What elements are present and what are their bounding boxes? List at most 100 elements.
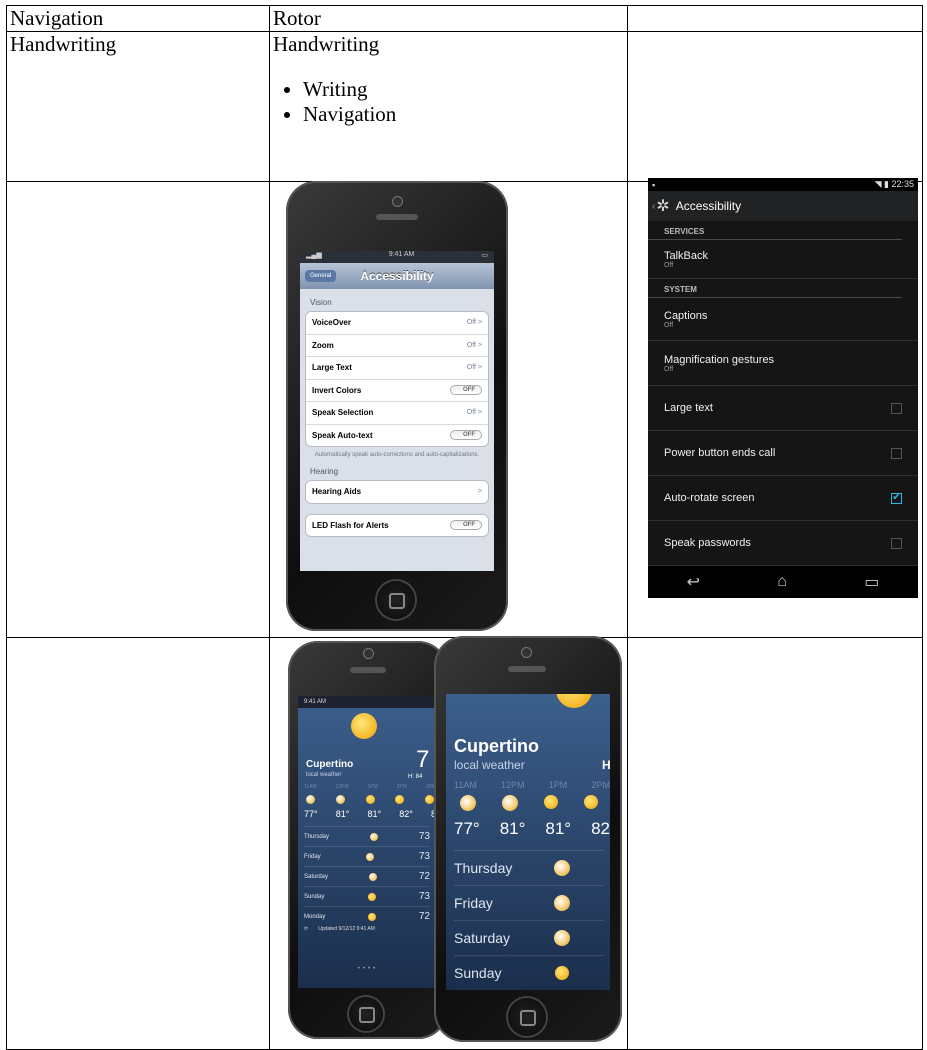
- day-row: Thursday 73: [304, 826, 430, 846]
- setting-label: LED Flash for Alerts: [312, 520, 389, 530]
- hour-temp: 77°: [304, 809, 318, 819]
- setting-label: Large Text: [312, 363, 352, 373]
- recents-icon[interactable]: ▭: [864, 572, 879, 592]
- sun-icon: [395, 795, 405, 804]
- hour-temps: 77°81°81°82°8: [304, 809, 436, 819]
- hour-temp: 77°: [454, 819, 480, 838]
- partly-sunny-icon: [554, 930, 570, 946]
- checkbox[interactable]: [891, 447, 902, 459]
- back-icon[interactable]: ↩: [687, 572, 700, 592]
- sun-icon: [556, 694, 592, 713]
- setting-row[interactable]: Speak Selection Off >: [306, 401, 488, 424]
- home-button: [377, 581, 415, 619]
- list-item-talkback[interactable]: TalkBack Off: [648, 240, 918, 279]
- hour-temps: 77° 81° 81° 82: [454, 819, 610, 839]
- item-title: Magnification gestures: [664, 353, 775, 366]
- notification-icon: ▪: [652, 179, 656, 190]
- item-title: Large text: [664, 402, 713, 414]
- signal-icon: ▂▄▆: [306, 252, 322, 259]
- setting-value: Off >: [466, 364, 482, 372]
- home-button: [349, 997, 383, 1031]
- item-subtitle: Off: [664, 261, 674, 269]
- speaker-grille: [376, 214, 418, 220]
- android-settings-screen: ▪ ◥ ▮ 22:35 ‹ ✲ Accessibility SERVICES Talk…: [648, 178, 918, 598]
- setting-label: Speak Selection: [312, 408, 374, 418]
- hour-temp: 81°: [367, 809, 382, 819]
- cell-navigation: Navigation: [6, 5, 270, 32]
- item-title: Auto-rotate screen: [664, 492, 755, 504]
- sun-icon: [584, 795, 598, 809]
- cell-handwriting-list: Handwriting Writing Navigation: [269, 31, 628, 182]
- list-item-large-text[interactable]: Large text: [648, 386, 918, 431]
- setting-row[interactable]: VoiceOver Off >: [306, 312, 488, 334]
- handwriting-heading: Handwriting: [273, 32, 380, 56]
- hours-row: 11AM 12PM 1PM 2PM: [454, 780, 610, 790]
- refresh-icon[interactable]: ⟳: [304, 926, 308, 932]
- bullet-writing: Writing: [303, 77, 624, 102]
- home-square-icon: [359, 1007, 375, 1023]
- page-title: Accessibility: [360, 269, 434, 283]
- item-title: TalkBack: [664, 249, 709, 262]
- page-dots: ••••: [357, 966, 379, 972]
- camera-icon: [364, 649, 373, 658]
- list-item-power-button[interactable]: Power button ends call: [648, 431, 918, 476]
- hour-label: 2PM: [591, 780, 610, 790]
- checkbox-checked[interactable]: ✔: [891, 492, 902, 504]
- setting-row[interactable]: Large Text Off >: [306, 356, 488, 379]
- camera-icon: [393, 197, 402, 206]
- handwriting-bullets: Writing Navigation: [273, 77, 624, 127]
- day-temp: 73: [418, 851, 430, 862]
- checkbox[interactable]: [891, 537, 902, 549]
- list-item-auto-rotate[interactable]: Auto-rotate screen ✔: [648, 476, 918, 521]
- cell-rotor: Rotor: [269, 5, 628, 32]
- sun-icon: [555, 966, 569, 980]
- section-header-services: SERVICES: [648, 221, 902, 240]
- speaker-grille: [508, 666, 546, 672]
- ios-settings-screen: ▂▄▆ 9:41 AM ▭ General Accessibility Vision…: [300, 251, 494, 571]
- setting-row[interactable]: Zoom Off >: [306, 333, 488, 357]
- partly-sunny-icon: [306, 795, 315, 804]
- table-row: Navigation Rotor: [6, 5, 923, 32]
- day-name: Saturday: [454, 930, 511, 946]
- auto-text-note: Automatically speak auto-corrections and…: [314, 452, 480, 458]
- cell-empty: [6, 637, 270, 1050]
- hour-label: 11AM: [304, 784, 317, 790]
- day-name: Friday: [454, 895, 493, 911]
- page-title: Accessibility: [675, 199, 742, 213]
- day-temp: 72: [418, 911, 430, 922]
- high-temp: H: [602, 758, 610, 772]
- section-header-vision: Vision: [310, 298, 332, 307]
- partly-sunny-icon: [335, 795, 345, 804]
- day-name: Sunday: [304, 893, 325, 900]
- setting-label: Zoom: [312, 340, 334, 350]
- item-title: Power button ends call: [664, 447, 776, 459]
- battery-icon: ▭: [481, 252, 488, 259]
- camera-icon: [522, 648, 531, 657]
- hours-row: 11AM 12PM 1PM 2PM 3PM: [304, 784, 436, 790]
- partly-sunny-icon: [554, 860, 570, 876]
- list-item-magnification[interactable]: Magnification gestures Off: [648, 341, 918, 386]
- item-title: Speak passwords: [664, 537, 751, 549]
- action-bar[interactable]: ‹ ✲ Accessibility: [648, 191, 918, 221]
- day-temp: 73: [418, 831, 430, 842]
- list-item-speak-passwords[interactable]: Speak passwords: [648, 521, 918, 566]
- day-name: Thursday: [454, 860, 513, 876]
- day-name: Saturday: [304, 873, 329, 880]
- cell-empty: [6, 181, 270, 638]
- iphone-settings-image: ▂▄▆ 9:41 AM ▭ General Accessibility Vision…: [286, 181, 508, 631]
- wifi-icon: ◥ ▮: [874, 179, 889, 189]
- day-row: Saturday: [454, 920, 604, 955]
- sun-icon: [365, 795, 375, 804]
- toggle-switch[interactable]: OFF: [450, 385, 482, 396]
- setting-row[interactable]: Hearing Aids >: [306, 481, 488, 503]
- home-icon[interactable]: ⌂: [777, 573, 787, 591]
- toggle-switch[interactable]: OFF: [450, 430, 482, 441]
- status-time: 9:41 AM: [304, 699, 327, 705]
- toggle-switch[interactable]: OFF: [450, 520, 482, 531]
- hearing-group: Hearing Aids >: [305, 480, 489, 504]
- setting-row: Invert Colors OFF: [306, 378, 488, 402]
- checkbox[interactable]: [891, 402, 902, 414]
- list-item-captions[interactable]: Captions Off: [648, 298, 918, 341]
- speaker-grille: [350, 667, 386, 673]
- hour-icons: [306, 795, 434, 804]
